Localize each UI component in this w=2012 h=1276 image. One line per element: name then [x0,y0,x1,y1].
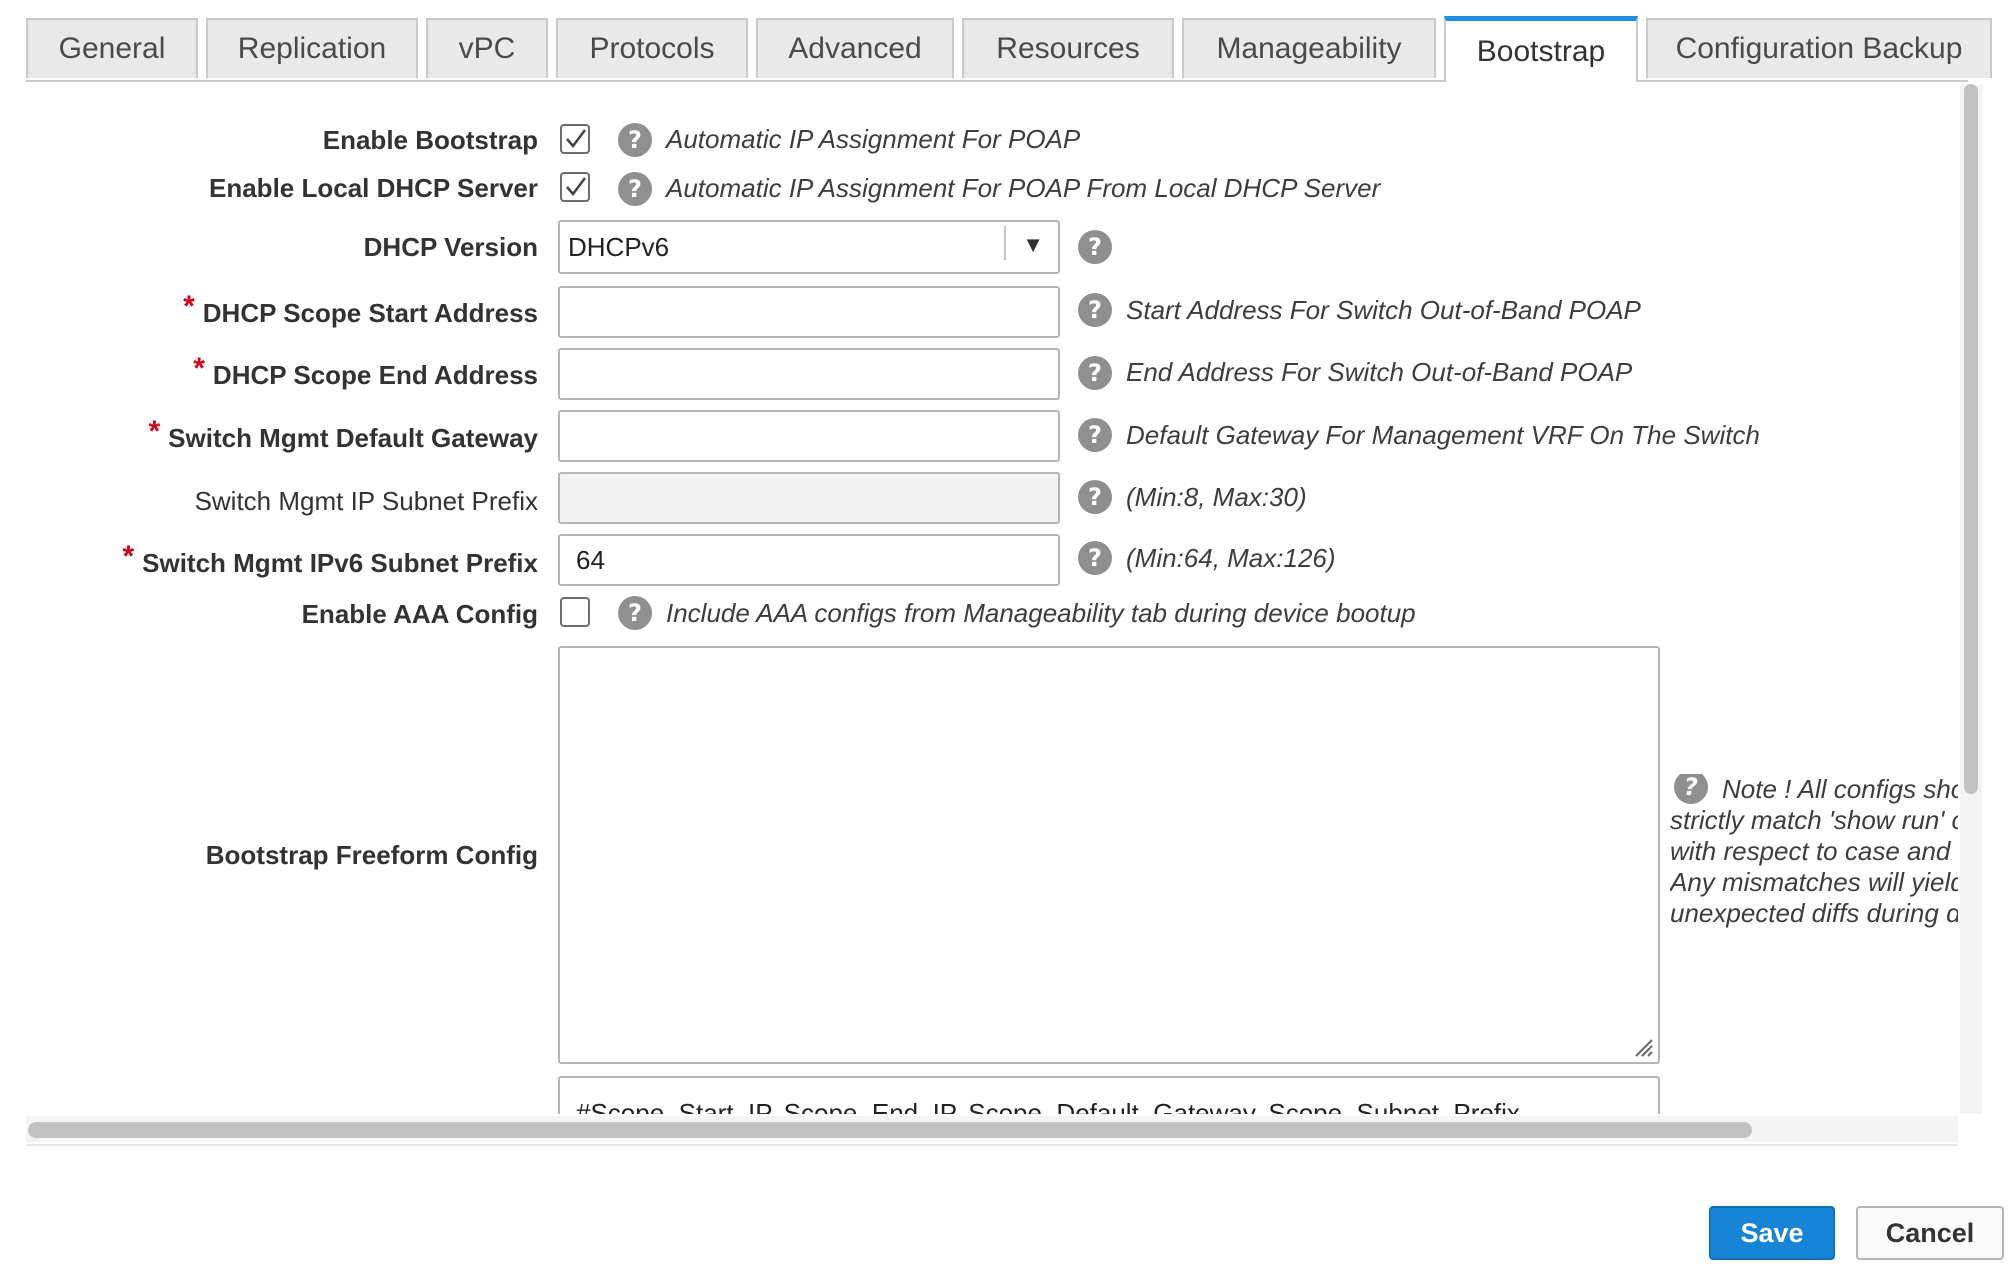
ipv6-subnet-prefix-label: * Switch Mgmt IPv6 Subnet Prefix [122,540,538,580]
ip-subnet-prefix-input [558,472,1060,524]
note-text: Note ! All configs sho [1722,774,1958,804]
tab-general[interactable]: General [26,18,198,78]
dhcp-scope-end-label: * DHCP Scope End Address [193,352,538,392]
dhcp-scope-start-label: * DHCP Scope Start Address [183,290,538,330]
checkmark-icon [566,177,586,196]
vertical-scrollbar-thumb[interactable] [1964,84,1978,794]
ip-subnet-prefix-hint: (Min:8, Max:30) [1126,482,1307,512]
dhcp-version-label: DHCP Version [363,232,538,262]
freeform-note-line: strictly match 'show run' c [1670,805,1958,835]
dhcp-version-value: DHCPv6 [568,231,670,262]
ip-subnet-prefix-label: Switch Mgmt IP Subnet Prefix [194,486,538,516]
tab-bar: General Replication vPC Protocols Advanc… [26,16,1992,82]
freeform-note-line: ? Note ! All configs sho [1670,774,1958,805]
ipv6-subnet-prefix-label-text: Switch Mgmt IPv6 Subnet Prefix [142,548,538,578]
enable-bootstrap-label: Enable Bootstrap [322,125,538,155]
help-icon[interactable]: ? [618,596,652,630]
help-icon[interactable]: ? [1078,541,1112,575]
freeform-note: ? Note ! All configs sho strictly match … [1670,774,1958,944]
required-marker: * [183,290,195,323]
dhcp-scope-start-label-text: DHCP Scope Start Address [202,298,538,328]
checkmark-icon [566,129,586,148]
footer-divider [26,1144,1958,1146]
tab-protocols[interactable]: Protocols [556,18,748,78]
default-gateway-hint: Default Gateway For Management VRF On Th… [1126,420,1760,450]
tab-manageability[interactable]: Manageability [1182,18,1436,78]
help-icon[interactable]: ? [1078,480,1112,514]
dhcp-scope-start-hint: Start Address For Switch Out-of-Band POA… [1126,295,1641,325]
ipv6-subnet-prefix-input[interactable]: 64 [558,534,1060,586]
help-icon[interactable]: ? [1078,356,1112,390]
required-marker: * [122,540,135,573]
tab-replication[interactable]: Replication [206,18,418,78]
enable-local-dhcp-label: Enable Local DHCP Server [209,173,538,203]
default-gateway-input[interactable] [558,410,1060,462]
enable-aaa-label: Enable AAA Config [301,599,538,629]
enable-local-dhcp-checkbox[interactable] [560,172,590,202]
triangle-down-icon[interactable]: ▼ [1022,232,1044,258]
scope-config-text: #Scope_Start_IP, Scope_End_IP, Scope_Def… [576,1098,1520,1114]
default-gateway-label: * Switch Mgmt Default Gateway [148,415,538,455]
freeform-note-line: Any mismatches will yield [1670,867,1958,897]
enable-aaa-checkbox[interactable] [560,597,590,627]
horizontal-scrollbar-thumb[interactable] [28,1122,1752,1138]
enable-aaa-hint: Include AAA configs from Manageability t… [666,598,1416,628]
dhcp-scope-end-input[interactable] [558,348,1060,400]
enable-bootstrap-hint: Automatic IP Assignment For POAP [666,124,1081,154]
required-marker: * [148,415,161,448]
help-icon[interactable]: ? [618,172,652,206]
help-icon[interactable]: ? [1078,418,1112,452]
enable-bootstrap-checkbox[interactable] [560,124,590,154]
tab-bootstrap[interactable]: Bootstrap [1444,16,1638,82]
default-gateway-label-text: Switch Mgmt Default Gateway [168,423,538,453]
dhcp-scope-end-label-text: DHCP Scope End Address [212,360,538,390]
required-marker: * [193,352,205,385]
help-icon[interactable]: ? [1078,293,1112,327]
cancel-button[interactable]: Cancel [1856,1206,2004,1260]
tab-configuration-backup[interactable]: Configuration Backup [1646,18,1992,78]
enable-local-dhcp-hint: Automatic IP Assignment For POAP From Lo… [666,173,1381,203]
dhcp-scope-start-input[interactable] [558,286,1060,338]
resize-handle-icon[interactable] [1632,1036,1654,1058]
freeform-config-textarea[interactable] [558,646,1660,1064]
help-icon[interactable]: ? [618,123,652,157]
dhcp-scope-end-hint: End Address For Switch Out-of-Band POAP [1126,357,1633,387]
freeform-config-label: Bootstrap Freeform Config [205,840,538,870]
dhcp-version-select[interactable]: DHCPv6 ▼ [558,220,1060,274]
help-icon[interactable]: ? [1674,774,1708,804]
save-button[interactable]: Save [1709,1206,1835,1260]
help-icon[interactable]: ? [1078,230,1112,264]
freeform-note-line: with respect to case and [1670,836,1951,866]
freeform-note-line: unexpected diffs during d [1670,898,1958,928]
scope-config-field[interactable]: #Scope_Start_IP, Scope_End_IP, Scope_Def… [558,1076,1660,1114]
ipv6-subnet-prefix-hint: (Min:64, Max:126) [1126,543,1336,573]
select-divider [1004,226,1006,260]
tab-resources[interactable]: Resources [962,18,1174,78]
tab-vpc[interactable]: vPC [426,18,548,78]
tab-advanced[interactable]: Advanced [756,18,954,78]
